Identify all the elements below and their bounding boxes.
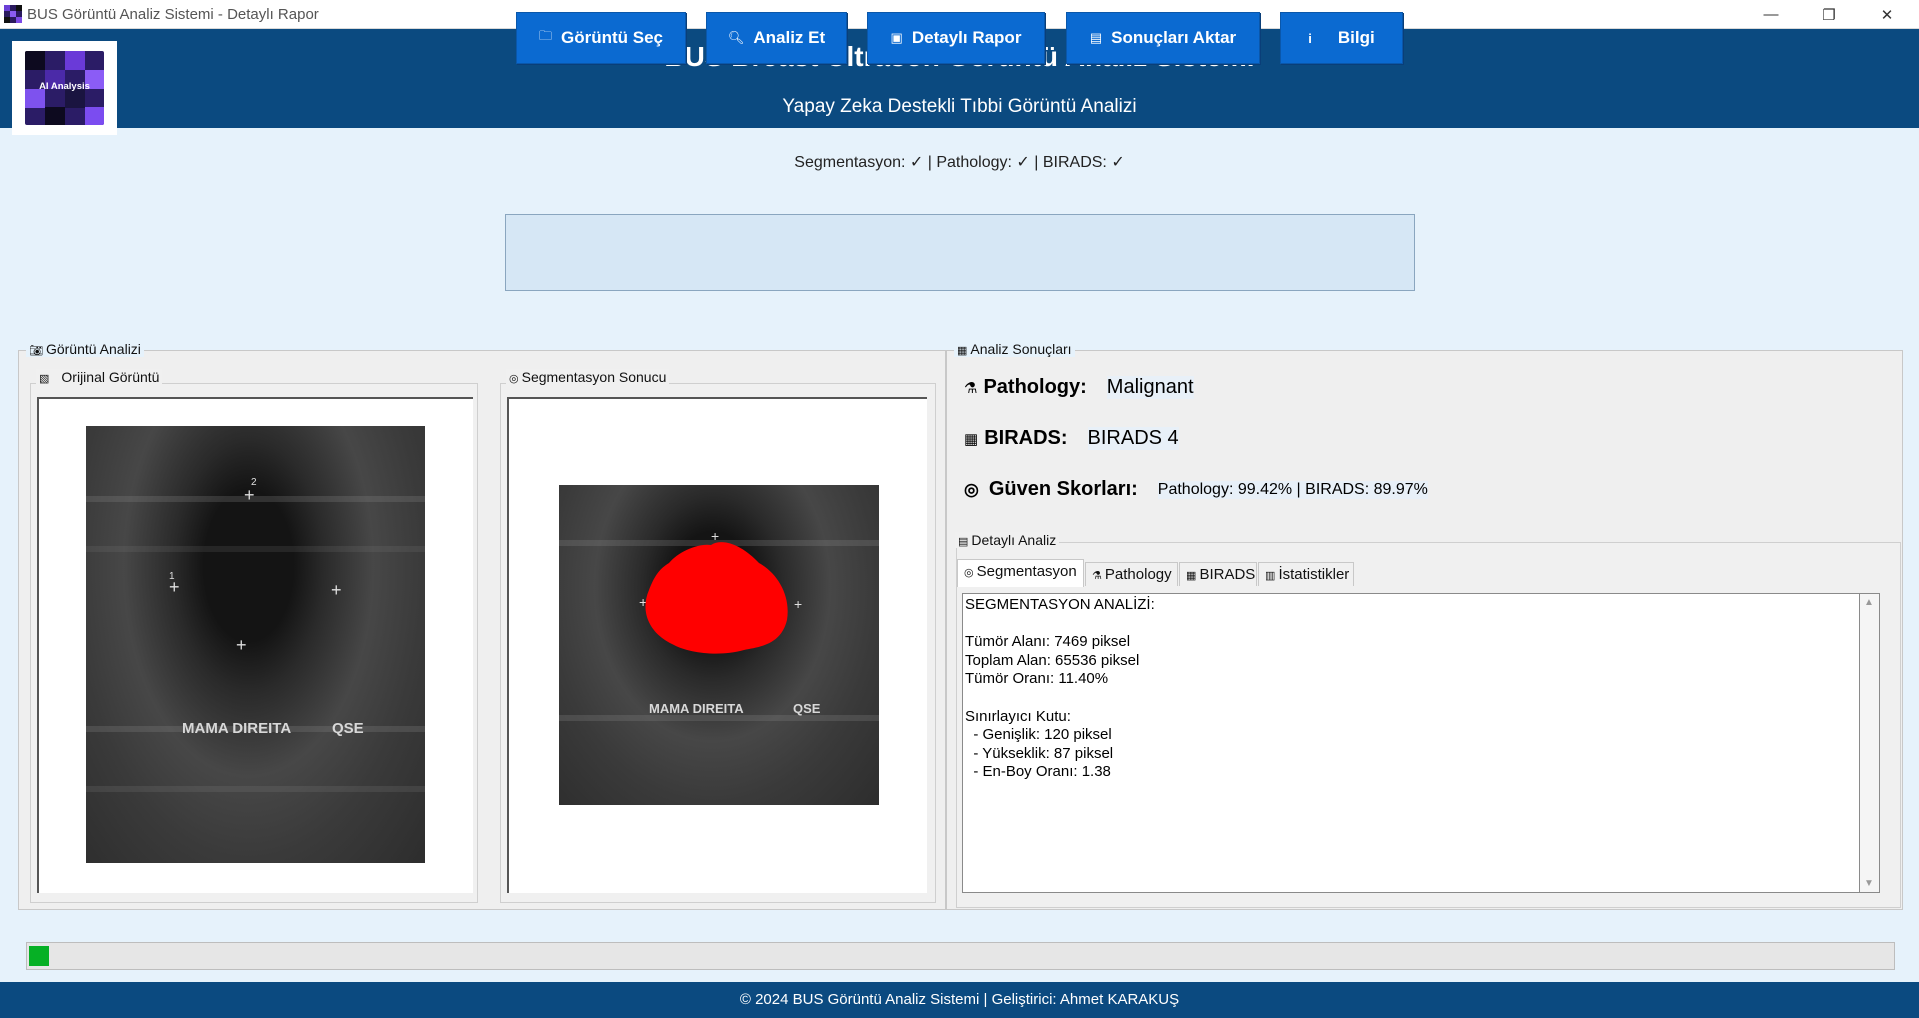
chart-icon: ▦ xyxy=(957,345,968,357)
tab-pathology[interactable]: ⚗ Pathology xyxy=(1085,562,1178,586)
analyze-label: Analiz Et xyxy=(753,28,826,47)
select-image-button[interactable]: 🗀 Görüntü Seç xyxy=(516,12,686,64)
app-subtitle: Yapay Zeka Destekli Tıbbi Görüntü Analiz… xyxy=(782,96,1137,117)
report-icon: ▣ xyxy=(890,30,903,45)
select-image-label: Görüntü Seç xyxy=(561,28,664,47)
original-image-title: ▧ Orijinal Görüntü xyxy=(36,369,163,385)
analyze-button[interactable]: 🔍︎ Analiz Et xyxy=(706,12,847,64)
tab-birads[interactable]: ▦ BIRADS xyxy=(1179,562,1257,586)
window-title: BUS Görüntü Analiz Sistemi - Detaylı Rap… xyxy=(27,6,319,23)
target-score-icon: ◎ xyxy=(964,479,979,499)
report-scrollbar[interactable]: ▲ ▼ xyxy=(1860,593,1880,893)
export-results-button[interactable]: ▤ Sonuçları Aktar xyxy=(1066,12,1260,64)
ultrasound-label-right: QSE xyxy=(332,720,364,737)
original-ultrasound-image: +2 +1 + + MAMA DIREITA QSE xyxy=(86,426,425,863)
analysis-results-title: ▦ Analiz Sonuçları xyxy=(954,341,1075,357)
camera-icon: 📷︎ xyxy=(29,345,43,357)
progress-fill xyxy=(29,946,49,966)
info-button[interactable]: i Bilgi xyxy=(1280,12,1403,64)
ultrasound-label-left: MAMA DIREITA xyxy=(182,720,292,737)
tab-istatistikler[interactable]: ▥ İstatistikler xyxy=(1258,562,1354,586)
pathology-row: ⚗ Pathology: Malignant xyxy=(964,376,1194,399)
birads-label: BIRADS: xyxy=(984,427,1068,449)
footer: © 2024 BUS Görüntü Analiz Sistemi | Geli… xyxy=(0,982,1919,1018)
status-line: Segmentasyon: ✓ | Pathology: ✓ | BIRADS:… xyxy=(794,154,1125,171)
info-icon: i xyxy=(1308,30,1312,46)
minimize-button[interactable]: — xyxy=(1748,0,1794,29)
tab-segmentasyon[interactable]: ◎ Segmentasyon xyxy=(957,559,1084,587)
segmentation-canvas: + + + MAMA DIREITA QSE xyxy=(507,397,927,893)
grid-icon: ▦ xyxy=(1186,570,1200,582)
pathology-icon: ⚗ xyxy=(964,379,978,397)
birads-row: ▦ BIRADS: BIRADS 4 xyxy=(964,427,1179,450)
seg-ultrasound-label-right: QSE xyxy=(793,701,821,716)
magnifier-icon: 🔍︎ xyxy=(727,30,745,45)
seg-ultrasound-label-left: MAMA DIREITA xyxy=(649,701,744,716)
list-icon: ▤ xyxy=(958,536,969,548)
scroll-down-icon[interactable]: ▼ xyxy=(1864,878,1874,889)
flask-icon: ⚗ xyxy=(1092,570,1105,582)
detailed-report-label: Detaylı Rapor xyxy=(911,28,1022,47)
export-results-label: Sonuçları Aktar xyxy=(1111,28,1237,47)
confidence-value: Pathology: 99.42% | BIRADS: 89.97% xyxy=(1157,480,1428,499)
grid-icon: ▦ xyxy=(964,430,979,448)
confidence-label: Güven Skorları: xyxy=(988,478,1138,500)
image-icon: ▧ xyxy=(39,373,50,385)
tumor-mask xyxy=(645,542,788,654)
logo-text: AI Analysis xyxy=(39,81,90,92)
toolbar xyxy=(505,214,1415,291)
segmentation-report-text[interactable]: SEGMENTASYON ANALİZİ: Tümör Alanı: 7469 … xyxy=(962,593,1860,893)
image-analysis-title: 📷︎ Görüntü Analizi xyxy=(26,341,144,357)
detailed-analysis-title: ▤ Detaylı Analiz xyxy=(955,532,1060,548)
restore-button[interactable]: ❐ xyxy=(1806,0,1852,29)
folder-icon: 🗀 xyxy=(538,28,552,43)
segmentation-ultrasound-image: + + + MAMA DIREITA QSE xyxy=(559,485,879,805)
target-icon: ◎ xyxy=(509,373,519,385)
save-icon: ▤ xyxy=(1089,30,1103,45)
info-label: Bilgi xyxy=(1337,28,1375,47)
confidence-row: ◎ Güven Skorları: Pathology: 99.42% | BI… xyxy=(964,478,1428,501)
birads-value: BIRADS 4 xyxy=(1087,427,1179,450)
progress-bar xyxy=(26,942,1895,970)
app-icon xyxy=(4,5,22,23)
detailed-report-button[interactable]: ▣ Detaylı Rapor xyxy=(867,12,1045,64)
target-icon: ◎ xyxy=(964,567,977,579)
pathology-value: Malignant xyxy=(1106,376,1194,399)
scroll-up-icon[interactable]: ▲ xyxy=(1864,597,1874,608)
chart-icon: ▥ xyxy=(1265,570,1279,582)
close-button[interactable]: ✕ xyxy=(1864,0,1910,29)
segmentation-title: ◎ Segmentasyon Sonucu xyxy=(506,369,670,385)
original-image-canvas: +2 +1 + + MAMA DIREITA QSE xyxy=(37,397,473,893)
pathology-label: Pathology: xyxy=(983,376,1087,398)
